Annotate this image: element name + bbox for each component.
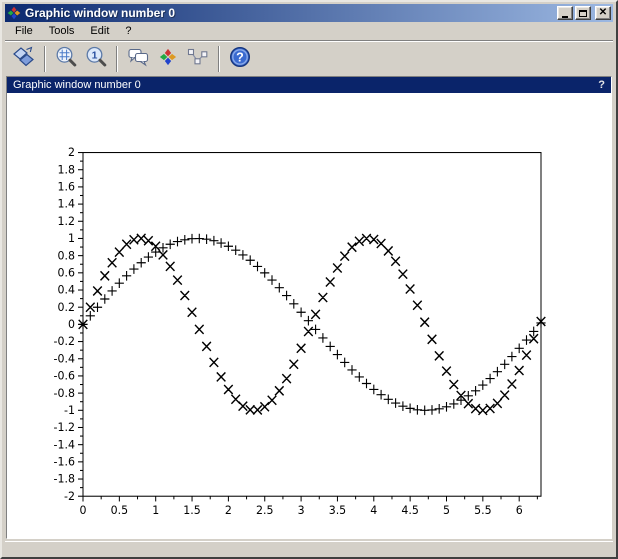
dock-header-title: Graphic window number 0	[13, 79, 598, 91]
svg-text:1.8: 1.8	[58, 163, 75, 176]
menu-item-edit[interactable]: Edit	[82, 23, 117, 39]
toolbar-button-original-view[interactable]: 1	[82, 45, 110, 73]
svg-text:-0.2: -0.2	[54, 335, 75, 348]
plot-canvas[interactable]: 0 0.5 1 1.5 2 2.5 3 3.5 4 4.5 5 5.5 6 2 1.8 1.6 1.4 1.2 1 0…	[7, 93, 611, 538]
svg-text:4.5: 4.5	[401, 504, 418, 517]
axes-box	[83, 153, 541, 497]
menu-bar: FileToolsEdit?	[5, 22, 613, 41]
svg-text:-1.8: -1.8	[54, 472, 75, 485]
toolbar-button-zoom-area[interactable]	[52, 45, 80, 73]
title-bar[interactable]: Graphic window number 0 ✕	[5, 4, 613, 22]
svg-text:-0.6: -0.6	[54, 369, 75, 382]
graphic-window: Graphic window number 0 ✕ FileToolsEdit?…	[0, 0, 618, 559]
minimize-button[interactable]	[557, 6, 573, 20]
svg-text:0: 0	[68, 318, 75, 331]
svg-text:0.2: 0.2	[58, 301, 75, 314]
toolbar-button-rotate-3d[interactable]	[10, 45, 38, 73]
status-bar	[5, 541, 613, 554]
rotate-3d-icon	[12, 45, 36, 72]
svg-text:0.4: 0.4	[58, 283, 75, 296]
svg-text:-0.8: -0.8	[54, 387, 75, 400]
close-button[interactable]: ✕	[595, 6, 611, 20]
close-icon: ✕	[599, 8, 607, 18]
maximize-button[interactable]	[575, 6, 591, 20]
window-controls: ✕	[557, 6, 611, 20]
original-view-icon: 1	[84, 45, 108, 72]
svg-text:1: 1	[92, 50, 98, 62]
svg-text:2.5: 2.5	[256, 504, 273, 517]
svg-text:-1: -1	[64, 404, 75, 417]
svg-text:1: 1	[68, 232, 75, 245]
svg-text:2: 2	[68, 146, 75, 159]
toolbar-button-help[interactable]: ?	[226, 45, 254, 73]
svg-text:1.2: 1.2	[58, 215, 75, 228]
svg-text:0.5: 0.5	[111, 504, 128, 517]
menu-item-file[interactable]: File	[7, 23, 41, 39]
sine-scatter-chart: 0 0.5 1 1.5 2 2.5 3 3.5 4 4.5 5 5.5 6 2 1.8 1.6 1.4 1.2 1 0…	[7, 93, 611, 538]
svg-text:-1.6: -1.6	[54, 455, 75, 468]
svg-text:1.5: 1.5	[183, 504, 200, 517]
toolbar-button-scilab-pinwheel[interactable]	[154, 45, 182, 73]
toolbar: 1 ?	[5, 41, 613, 75]
svg-text:0.8: 0.8	[58, 249, 75, 262]
scilab-pinwheel-icon[interactable]	[7, 6, 21, 20]
scilab-pinwheel-icon	[159, 48, 177, 69]
toolbar-separator	[44, 46, 46, 72]
svg-text:1.6: 1.6	[58, 180, 75, 193]
svg-text:5.5: 5.5	[474, 504, 491, 517]
maximize-icon	[579, 10, 587, 17]
series-sin-x	[78, 234, 545, 415]
svg-text:6: 6	[516, 504, 523, 517]
menu-item-help[interactable]: ?	[117, 23, 139, 39]
svg-text:0: 0	[80, 504, 87, 517]
toolbar-separator	[218, 46, 220, 72]
toolbar-button-datatips[interactable]	[184, 45, 212, 73]
minimize-icon	[562, 16, 568, 18]
axis-ticks	[78, 153, 537, 502]
svg-text:?: ?	[236, 50, 244, 64]
svg-text:2: 2	[225, 504, 232, 517]
toolbar-button-graphics-editor[interactable]	[124, 45, 152, 73]
window-title: Graphic window number 0	[25, 4, 557, 22]
toolbar-separator	[116, 46, 118, 72]
canvas-area: Graphic window number 0 ? 0 0.5 1 1.5 2 2.5 3 3…	[6, 76, 612, 539]
svg-text:1.4: 1.4	[58, 198, 75, 211]
svg-text:1: 1	[152, 504, 159, 517]
svg-text:-1.4: -1.4	[54, 438, 75, 451]
svg-text:-0.4: -0.4	[54, 352, 75, 365]
graphics-editor-icon	[126, 45, 150, 72]
svg-text:-1.2: -1.2	[54, 421, 75, 434]
axis-tick-labels: 0 0.5 1 1.5 2 2.5 3 3.5 4 4.5 5 5.5 6 2 1.8 1.6 1.4 1.2 1 0…	[54, 146, 523, 517]
svg-text:3.5: 3.5	[329, 504, 346, 517]
svg-text:5: 5	[443, 504, 450, 517]
svg-text:0.6: 0.6	[58, 266, 75, 279]
dock-header: Graphic window number 0 ?	[7, 77, 611, 93]
svg-text:4: 4	[370, 504, 377, 517]
svg-text:3: 3	[298, 504, 305, 517]
help-icon: ?	[228, 45, 252, 72]
dock-help-button[interactable]: ?	[598, 79, 605, 91]
svg-text:-2: -2	[64, 490, 75, 503]
datatips-icon	[186, 45, 210, 72]
menu-item-tools[interactable]: Tools	[41, 23, 83, 39]
zoom-area-icon	[54, 45, 78, 72]
